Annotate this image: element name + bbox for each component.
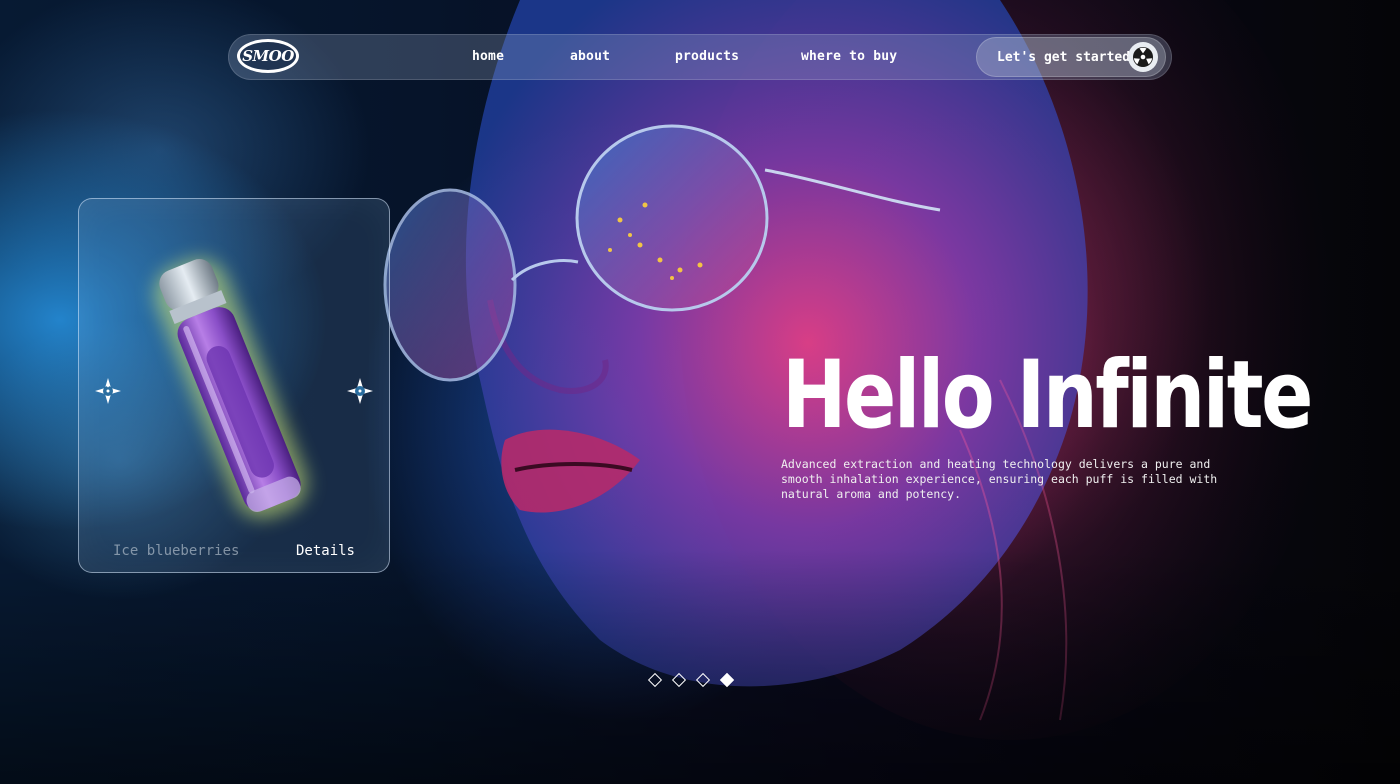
hero-headline: Hello Infinite: [782, 341, 1313, 450]
nav-link-products[interactable]: products: [675, 49, 739, 64]
get-started-button[interactable]: Let's get started: [976, 37, 1166, 77]
vape-device-image: [154, 258, 308, 519]
carousel-pagination: [647, 672, 735, 688]
nav-link-where-to-buy[interactable]: where to buy: [801, 49, 897, 64]
carousel-dot-3[interactable]: [695, 672, 711, 688]
carousel-dot-4-active[interactable]: [719, 672, 735, 688]
shuriken-left-icon[interactable]: [94, 377, 122, 405]
carousel-dot-2[interactable]: [671, 672, 687, 688]
product-flavor-label: Ice blueberries: [113, 543, 240, 559]
details-link[interactable]: Details: [296, 543, 355, 559]
top-navigation-bar: SMOO home about products where to buy Le…: [228, 34, 1172, 80]
carousel-dot-1[interactable]: [647, 672, 663, 688]
radiation-icon: [1128, 42, 1158, 72]
brand-logo[interactable]: SMOO: [237, 39, 299, 73]
product-card: Ice blueberries Details: [78, 198, 390, 573]
brand-logo-text: SMOO: [242, 47, 294, 65]
nav-link-about[interactable]: about: [570, 49, 610, 64]
nav-link-home[interactable]: home: [472, 49, 504, 64]
hero-description: Advanced extraction and heating technolo…: [781, 457, 1218, 501]
get-started-label: Let's get started: [997, 49, 1131, 65]
shuriken-right-icon[interactable]: [346, 377, 374, 405]
